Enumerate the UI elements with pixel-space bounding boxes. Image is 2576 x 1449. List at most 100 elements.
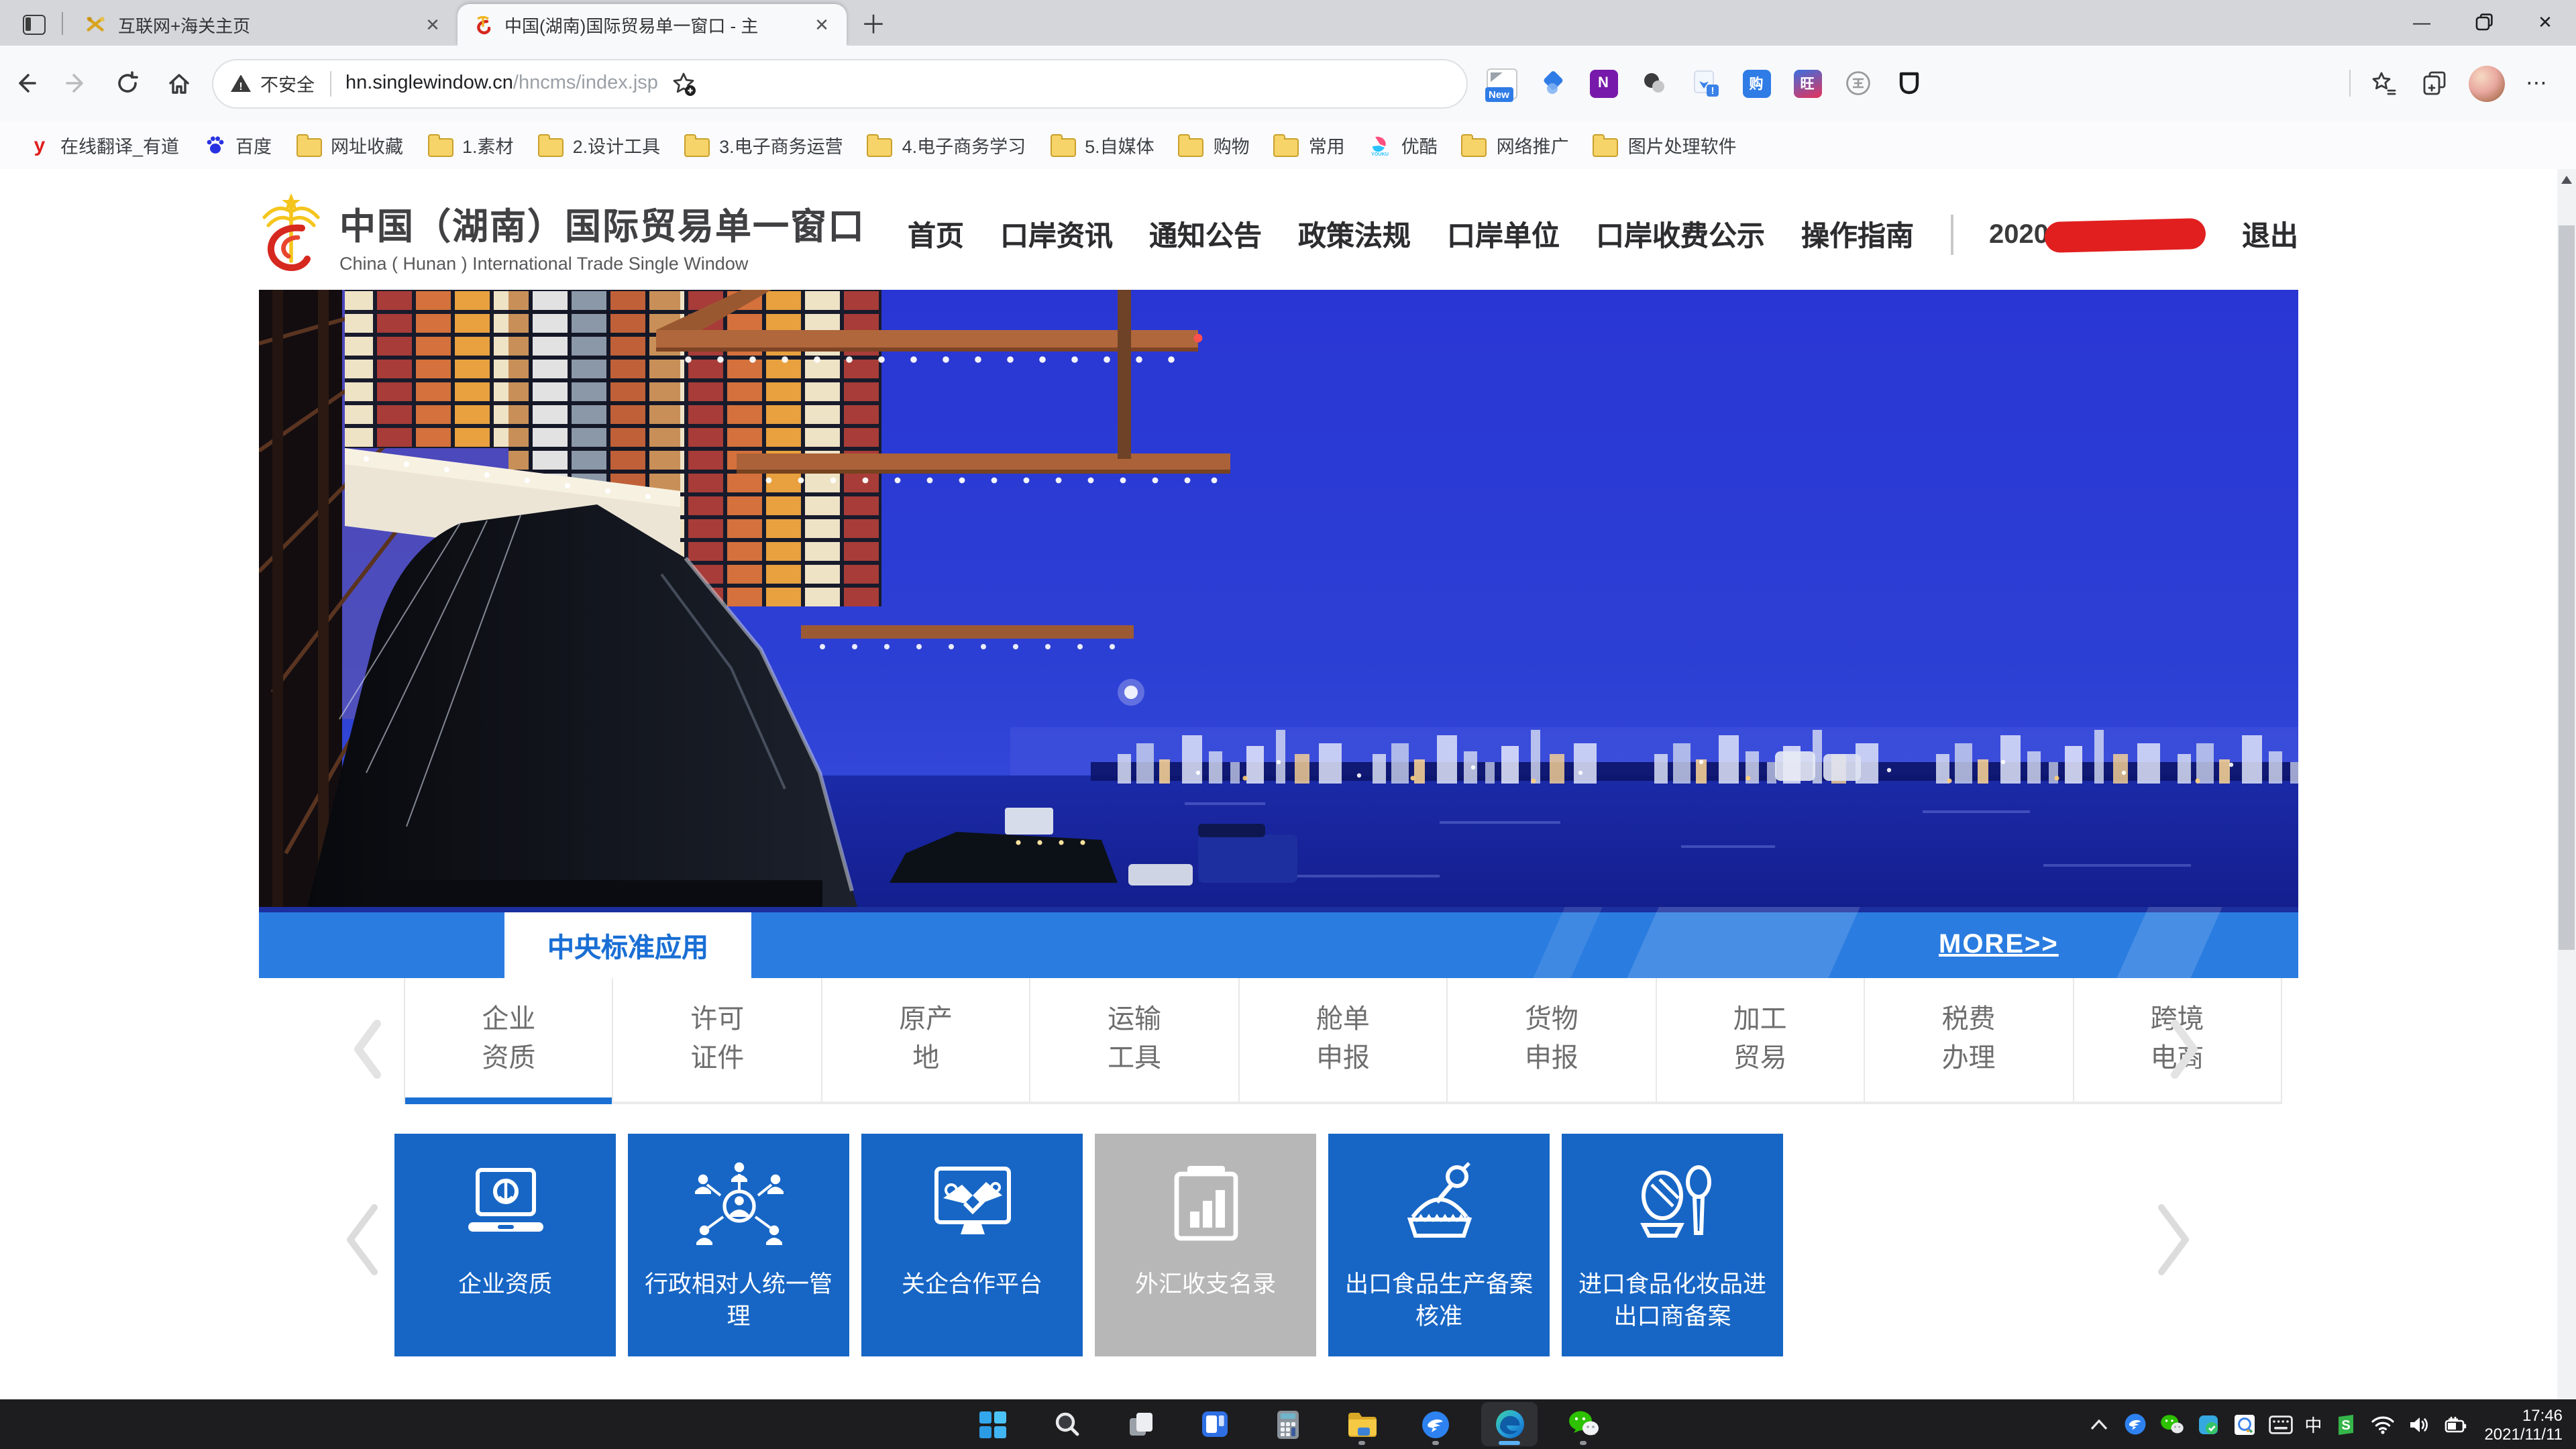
edge-button-active[interactable] (1481, 1402, 1538, 1446)
extension-bank-icon[interactable] (1837, 62, 1880, 105)
more-link[interactable]: MORE>> (1939, 912, 2059, 978)
wechat-button[interactable] (1555, 1402, 1611, 1446)
card-export-food-production-record[interactable]: 出口食品生产备案核准 (1328, 1134, 1550, 1356)
collections-icon[interactable] (2414, 62, 2457, 105)
file-explorer-button[interactable] (1334, 1402, 1390, 1446)
widgets-button[interactable] (1186, 1402, 1242, 1446)
card-enterprise-qualification[interactable]: 企业资质 (394, 1134, 616, 1356)
tab-processing-trade[interactable]: 加工贸易 (1656, 978, 1865, 1102)
tab-license[interactable]: 许可证件 (614, 978, 822, 1102)
extension-new-icon[interactable]: New (1480, 62, 1523, 105)
minimize-button[interactable]: — (2391, 0, 2453, 44)
tray-dingtalk-icon[interactable] (2123, 1412, 2147, 1436)
nav-policies[interactable]: 政策法规 (1298, 215, 1411, 255)
bookmark-folder[interactable]: 1.素材 (415, 126, 526, 164)
logged-in-user: 2020 (1989, 219, 2206, 250)
wifi-icon[interactable] (2370, 1412, 2394, 1436)
bookmark-folder[interactable]: 购物 (1167, 126, 1262, 164)
battery-charging-icon[interactable] (2443, 1412, 2467, 1436)
extension-thunder-icon[interactable]: ! (1684, 62, 1727, 105)
sogou-icon[interactable]: S (2334, 1412, 2358, 1436)
browser-tab-1[interactable]: 互联网+海关主页 ✕ (71, 4, 458, 46)
nav-guide[interactable]: 操作指南 (1801, 215, 1914, 255)
tray-docs-chat-icon[interactable] (2232, 1412, 2256, 1436)
band-decoration (1523, 907, 1608, 978)
bookmark-youku[interactable]: YOUKU优酷 (1357, 126, 1450, 164)
new-tab-button[interactable]: ＋ (855, 4, 892, 42)
site-title: 中国（湖南）国际贸易单一窗口 (339, 197, 865, 249)
extension-onenote-icon[interactable]: N (1582, 62, 1625, 105)
card-foreign-exchange-directory[interactable]: 外汇收支名录 (1095, 1134, 1316, 1356)
tab-origin[interactable]: 原产地 (822, 978, 1031, 1102)
nav-port-news[interactable]: 口岸资讯 (1000, 215, 1113, 255)
forward-button[interactable] (54, 60, 99, 106)
nav-port-units[interactable]: 口岸单位 (1447, 215, 1560, 255)
tab-close-icon[interactable]: ✕ (810, 13, 833, 36)
close-window-button[interactable]: ✕ (2514, 0, 2576, 44)
tabs-scroll-left-button[interactable] (347, 1014, 388, 1084)
card-customs-enterprise-cooperation[interactable]: 关企合作平台 (861, 1134, 1083, 1356)
bookmark-baidu[interactable]: 百度 (191, 126, 284, 164)
favorite-star-icon[interactable] (662, 62, 705, 105)
cards-prev-button[interactable] (342, 1205, 382, 1275)
tab-transport[interactable]: 运输工具 (1031, 978, 1240, 1102)
tab-tax-fees[interactable]: 税费办理 (1865, 978, 2074, 1102)
tabs-scroll-right-button[interactable] (2164, 1014, 2204, 1084)
tab-manifest[interactable]: 舱单申报 (1240, 978, 1448, 1102)
bookmark-folder[interactable]: 图片处理软件 (1581, 126, 1749, 164)
address-bar[interactable]: ! 不安全 hn.singlewindow.cn/hncms/index.jsp (212, 58, 1468, 108)
bookmark-folder[interactable]: 网址收藏 (284, 126, 415, 164)
extension-gou-icon[interactable]: 购 (1735, 62, 1778, 105)
bookmark-youdao[interactable]: y在线翻译_有道 (16, 126, 191, 164)
bookmark-folder[interactable]: 网络推广 (1450, 126, 1581, 164)
cards-next-button[interactable] (2153, 1205, 2194, 1275)
scroll-up-arrow[interactable] (2561, 176, 2572, 184)
touch-keyboard-icon[interactable] (2268, 1412, 2292, 1436)
card-administrative-counterpart[interactable]: 行政相对人统一管理 (628, 1134, 849, 1356)
bookmark-folder[interactable]: 4.电子商务学习 (855, 126, 1038, 164)
bookmark-folder[interactable]: 5.自媒体 (1038, 126, 1167, 164)
tray-wechat-icon[interactable] (2159, 1412, 2184, 1436)
scrollbar-thumb[interactable] (2559, 225, 2575, 950)
page-scrollbar[interactable] (2557, 169, 2576, 1399)
home-button[interactable] (156, 60, 201, 106)
nav-home[interactable]: 首页 (908, 215, 964, 255)
browser-tab-2-active[interactable]: 中国(湖南)国际贸易单一窗口 - 主 ✕ (458, 4, 847, 46)
vertical-tabs-button[interactable] (13, 7, 54, 42)
taskbar-clock[interactable]: 17:46 2021/11/11 (2484, 1405, 2568, 1443)
bookmark-folder[interactable]: 2.设计工具 (526, 126, 673, 164)
dingtalk-button[interactable] (1407, 1402, 1464, 1446)
task-view-button[interactable] (1112, 1402, 1169, 1446)
tray-security-shield-icon[interactable] (2196, 1412, 2220, 1436)
tab-cargo-declaration[interactable]: 货物申报 (1448, 978, 1656, 1102)
tab-close-icon[interactable]: ✕ (421, 13, 444, 36)
nav-port-fees[interactable]: 口岸收费公示 (1596, 215, 1765, 255)
hidden-icons-chevron[interactable] (2087, 1412, 2111, 1436)
url-text[interactable]: hn.singlewindow.cn/hncms/index.jsp (345, 72, 658, 94)
logout-link[interactable]: 退出 (2242, 215, 2298, 255)
card-import-food-cosmetics-record[interactable]: 进口食品化妆品进出口商备案 (1562, 1134, 1783, 1356)
band-tab-central-standard-apps[interactable]: 中央标准应用 (504, 912, 751, 978)
refresh-button[interactable] (105, 60, 150, 106)
extension-blob-icon[interactable] (1888, 62, 1931, 105)
bookmark-folder[interactable]: 3.电子商务运营 (672, 126, 855, 164)
band-decoration (2106, 907, 2228, 978)
search-button[interactable] (1038, 1402, 1095, 1446)
settings-more-icon[interactable]: ⋯ (2516, 62, 2559, 105)
site-security[interactable]: ! 不安全 (231, 70, 315, 97)
calculator-button[interactable] (1260, 1402, 1316, 1446)
back-button[interactable] (3, 60, 48, 106)
tab-enterprise-qualification[interactable]: 企业资质 (404, 978, 614, 1102)
nav-notices[interactable]: 通知公告 (1149, 215, 1262, 255)
profile-avatar[interactable] (2465, 62, 2508, 105)
bookmark-folder[interactable]: 常用 (1262, 126, 1357, 164)
favorites-hub-icon[interactable] (2363, 62, 2406, 105)
hero-banner-port-photo[interactable] (259, 290, 2298, 907)
extension-wangwang-icon[interactable]: 旺 (1786, 62, 1829, 105)
restore-button[interactable] (2453, 0, 2514, 44)
extension-diamond-icon[interactable] (1531, 62, 1574, 105)
start-button[interactable] (965, 1402, 1021, 1446)
extension-spheres-icon[interactable] (1633, 62, 1676, 105)
volume-icon[interactable] (2406, 1412, 2430, 1436)
ime-indicator[interactable]: 中 (2304, 1411, 2322, 1437)
